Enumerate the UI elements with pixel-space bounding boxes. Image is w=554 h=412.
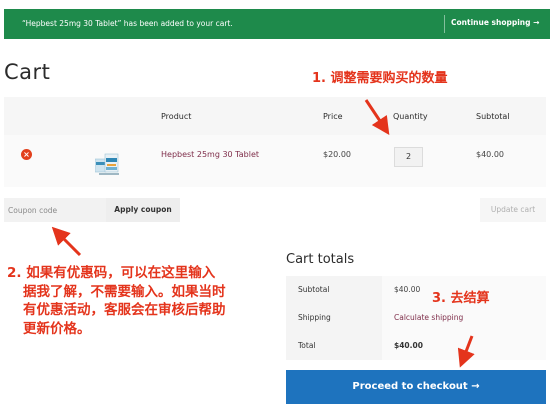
annotation-step2-line: 据我了解，不需要输入。如果当时 xyxy=(23,283,226,300)
annotation-step2-line: 有优惠活动，客服会在审核后帮助 xyxy=(23,302,226,318)
arrow-to-checkout xyxy=(457,335,475,368)
annotation-step2: 2. 如果有优惠码，可以在这里输入 据我了解，不需要输入。如果当时 有优惠活动，… xyxy=(7,264,226,338)
annotation-step2-line: 更新价格。 xyxy=(23,320,91,337)
annotation-arrows xyxy=(51,99,475,368)
arrow-to-coupon xyxy=(51,226,82,257)
annotation-step3: 3. 去结算 xyxy=(432,291,490,306)
annotation-step1: 1. 调整需要购买的数量 xyxy=(312,71,448,86)
annotation-step2-line: 2. 如果有优惠码，可以在这里输入 xyxy=(7,265,216,281)
arrow-to-quantity xyxy=(364,99,390,135)
